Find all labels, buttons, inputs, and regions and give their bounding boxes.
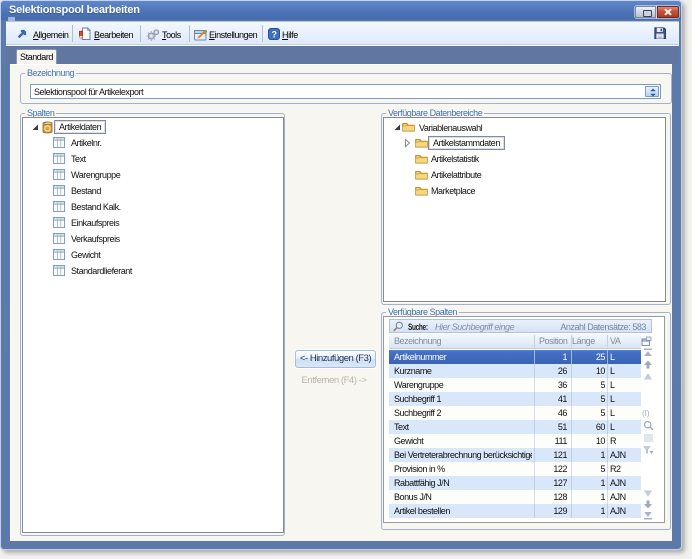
svg-text:?: ?	[271, 29, 276, 39]
